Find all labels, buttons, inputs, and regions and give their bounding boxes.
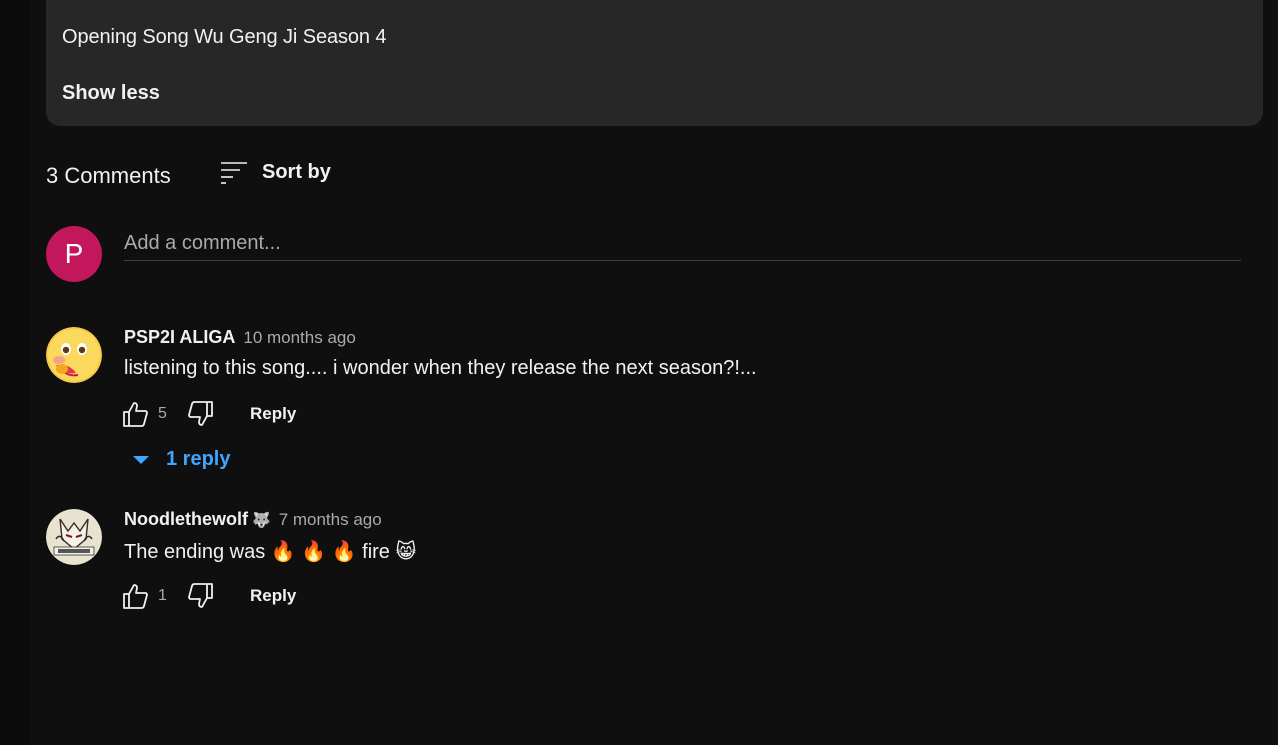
comment-author[interactable]: Noodlethewolf bbox=[124, 509, 248, 530]
thumbs-down-icon bbox=[188, 401, 213, 426]
thumbs-up-icon bbox=[123, 584, 148, 609]
comment-time[interactable]: 10 months ago bbox=[243, 328, 355, 348]
comment-header: Noodlethewolf 🐺 7 months ago bbox=[124, 509, 382, 530]
comment-text: The ending was 🔥 🔥 🔥 fire 😸 bbox=[124, 541, 417, 563]
comments-count: 3 Comments bbox=[46, 163, 171, 188]
comment-actions: 5 Reply bbox=[120, 399, 296, 429]
add-comment-input[interactable] bbox=[124, 226, 1241, 261]
reply-button[interactable]: Reply bbox=[250, 404, 296, 424]
wolf-character-avatar-icon bbox=[46, 509, 102, 565]
comment-avatar[interactable] bbox=[46, 509, 102, 565]
sort-by-button[interactable]: Sort by bbox=[220, 158, 331, 186]
description-text: Opening Song Wu Geng Ji Season 4 bbox=[62, 26, 387, 48]
like-button[interactable] bbox=[120, 399, 150, 429]
replies-label: 1 reply bbox=[166, 448, 231, 470]
author-badge: 🐺 bbox=[252, 512, 271, 529]
show-less-button[interactable]: Show less bbox=[62, 82, 160, 105]
like-count: 1 bbox=[158, 587, 167, 604]
like-button[interactable] bbox=[120, 581, 150, 611]
face-holding-back-tears-emoji-icon bbox=[46, 327, 102, 383]
comment-header: PSP2I ALIGA 10 months ago bbox=[124, 327, 356, 348]
dislike-button[interactable] bbox=[186, 399, 216, 429]
caret-down-icon bbox=[133, 455, 149, 464]
comment-time[interactable]: 7 months ago bbox=[279, 510, 382, 530]
dislike-button[interactable] bbox=[186, 581, 216, 611]
comment-actions: 1 Reply bbox=[120, 581, 296, 611]
comment-author[interactable]: PSP2I ALIGA bbox=[124, 327, 235, 348]
reply-button[interactable]: Reply bbox=[250, 586, 296, 606]
sort-icon bbox=[221, 162, 247, 184]
replies-toggle[interactable]: 1 reply bbox=[130, 448, 230, 471]
sort-by-label: Sort by bbox=[262, 160, 331, 183]
comment-avatar[interactable] bbox=[46, 327, 102, 383]
thumbs-up-icon bbox=[123, 402, 148, 427]
thumbs-down-icon bbox=[188, 583, 213, 608]
comment-text: listening to this song.... i wonder when… bbox=[124, 357, 757, 379]
left-edge-strip bbox=[0, 0, 30, 745]
description-box: Opening Song Wu Geng Ji Season 4 Show le… bbox=[46, 0, 1263, 126]
like-count: 5 bbox=[158, 405, 167, 422]
current-user-avatar[interactable]: P bbox=[46, 226, 102, 282]
